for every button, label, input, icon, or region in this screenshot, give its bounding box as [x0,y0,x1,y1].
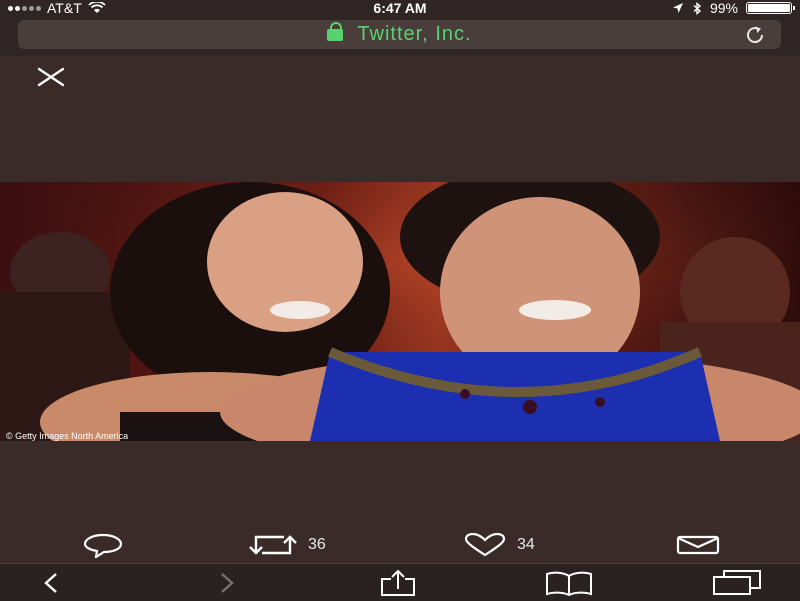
browser-toolbar [0,563,800,601]
back-icon[interactable] [34,570,74,596]
battery-level [748,4,790,12]
share-icon[interactable] [378,570,418,596]
address-bar[interactable]: Twitter, Inc. [18,20,781,49]
battery-percent: 99% [709,0,738,16]
tweet-photo[interactable]: © Getty Images North America [0,182,800,441]
browser-address-area: Twitter, Inc. [0,16,800,56]
photo-credit: © Getty Images North America [6,431,129,441]
like-count: 34 [517,536,535,553]
photo-image [0,182,800,441]
status-right: 99% [672,0,795,16]
reload-icon[interactable] [743,25,767,45]
bluetooth-icon [693,1,702,15]
lock-icon [327,22,344,41]
tabs-icon[interactable] [712,570,764,596]
envelope-icon [676,535,720,555]
tweet-action-bar: 36 34 [0,528,800,562]
reply-button[interactable] [82,528,124,562]
direct-message-button[interactable] [676,528,720,562]
close-icon[interactable] [36,66,66,88]
reply-icon [83,533,123,558]
site-name: Twitter, Inc. [357,23,472,45]
bookmarks-icon[interactable] [545,570,593,596]
retweet-icon [249,535,297,555]
heart-icon [464,533,506,557]
retweet-count: 36 [308,536,326,553]
address-bar-site: Twitter, Inc. [18,20,781,49]
like-button[interactable]: 34 [463,528,535,562]
retweet-button[interactable]: 36 [248,528,326,562]
forward-icon[interactable] [206,570,246,596]
location-arrow-icon [672,3,683,13]
status-bar: AT&T 6:47 AM 99% [0,0,800,16]
battery-icon [746,2,795,14]
